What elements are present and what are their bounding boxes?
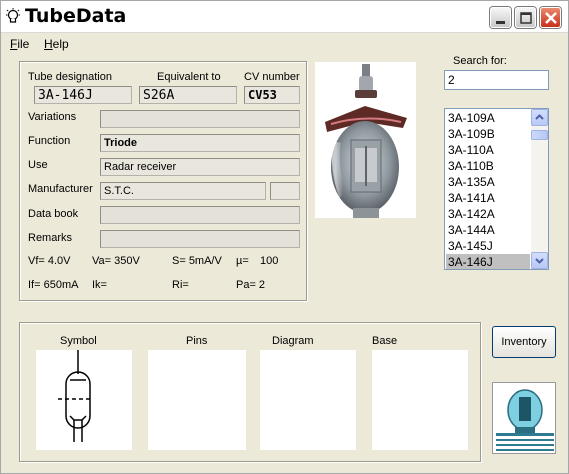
tube-logo xyxy=(492,382,556,454)
remarks-label: Remarks xyxy=(28,232,73,244)
spec-ik: Ik= xyxy=(92,279,107,291)
arrow-up-icon xyxy=(535,114,544,120)
variations-label: Variations xyxy=(28,111,77,123)
equivalent-label: Equivalent to xyxy=(157,71,221,83)
search-label: Search for: xyxy=(453,55,507,67)
pins-label: Pins xyxy=(186,335,208,347)
manufacturer-label: Manufacturer xyxy=(28,183,93,195)
list-item[interactable]: 3A-135A xyxy=(446,174,530,190)
use-label: Use xyxy=(28,159,48,171)
window-title: TubeData xyxy=(25,5,127,27)
base-label: Base xyxy=(372,335,398,347)
menu-file[interactable]: File xyxy=(10,37,29,51)
equivalent-field[interactable]: S26A xyxy=(139,86,237,104)
diagram-label: Diagram xyxy=(272,335,314,347)
data-book-field[interactable] xyxy=(100,206,300,224)
list-item[interactable]: 3A-141A xyxy=(446,190,530,206)
scroll-up-button[interactable] xyxy=(531,109,548,126)
tube-listbox[interactable]: 3A-109A 3A-109B 3A-110A 3A-110B 3A-135A 3A-14… xyxy=(444,108,549,270)
symbol-label: Symbol xyxy=(60,335,97,347)
inventory-button[interactable]: Inventory xyxy=(492,326,556,358)
designation-field[interactable]: 3A-146J xyxy=(34,86,132,104)
list-item[interactable]: 3A-144A xyxy=(446,222,530,238)
spec-ri: Ri= xyxy=(172,279,189,291)
lightbulb-icon xyxy=(6,8,20,23)
list-item[interactable]: 3A-110A xyxy=(446,142,530,158)
list-item[interactable]: 3A-110B xyxy=(446,158,530,174)
close-icon xyxy=(545,12,557,24)
spec-s: S= 5mA/V xyxy=(172,255,222,267)
manufacturer-code-field[interactable] xyxy=(270,182,300,200)
list-item[interactable]: 3A-145J xyxy=(446,238,530,254)
spec-pa: Pa= 2 xyxy=(236,279,266,291)
menu-bar: File Help xyxy=(1,34,568,54)
function-label: Function xyxy=(28,135,71,147)
spec-vf: Vf= 4.0V xyxy=(28,255,71,267)
use-field[interactable]: Radar receiver xyxy=(100,158,300,176)
list-item[interactable]: 3A-142A xyxy=(446,206,530,222)
base-box xyxy=(372,350,468,450)
menu-help[interactable]: Help xyxy=(44,37,69,51)
spec-if: If= 650mA xyxy=(28,279,79,291)
minimize-icon xyxy=(496,21,505,24)
diagram-box xyxy=(260,350,356,450)
spec-mu-value: 100 xyxy=(260,255,279,267)
close-button[interactable] xyxy=(540,7,561,28)
search-input[interactable] xyxy=(444,70,549,90)
title-bar[interactable]: TubeData xyxy=(1,1,568,33)
pins-box xyxy=(148,350,246,450)
cv-label: CV number xyxy=(244,71,300,83)
manufacturer-field[interactable]: S.T.C. xyxy=(100,182,266,200)
scroll-down-button[interactable] xyxy=(531,252,548,269)
app-window: TubeData File Help Tube designation Equi… xyxy=(0,0,569,474)
data-book-label: Data book xyxy=(28,208,79,220)
list-item[interactable]: 3A-146J xyxy=(446,254,530,269)
tube-photo xyxy=(315,62,416,218)
triode-symbol-icon xyxy=(58,350,92,442)
cv-field[interactable]: CV53 xyxy=(244,86,300,104)
scroll-thumb[interactable] xyxy=(531,130,548,140)
list-item[interactable]: 3A-109A xyxy=(446,110,530,126)
variations-field[interactable] xyxy=(100,110,300,128)
remarks-field[interactable] xyxy=(100,230,300,248)
arrow-down-icon xyxy=(535,258,544,264)
maximize-button[interactable] xyxy=(515,7,536,28)
list-item[interactable]: 3A-109B xyxy=(446,126,530,142)
spec-va: Va= 350V xyxy=(92,255,140,267)
minimize-button[interactable] xyxy=(490,7,511,28)
maximize-icon xyxy=(520,12,532,24)
designation-label: Tube designation xyxy=(28,71,112,83)
spec-mu-label: µ= xyxy=(236,255,249,267)
list-scrollbar[interactable] xyxy=(531,109,548,269)
function-field[interactable]: Triode xyxy=(100,134,300,152)
symbol-box xyxy=(36,350,132,450)
